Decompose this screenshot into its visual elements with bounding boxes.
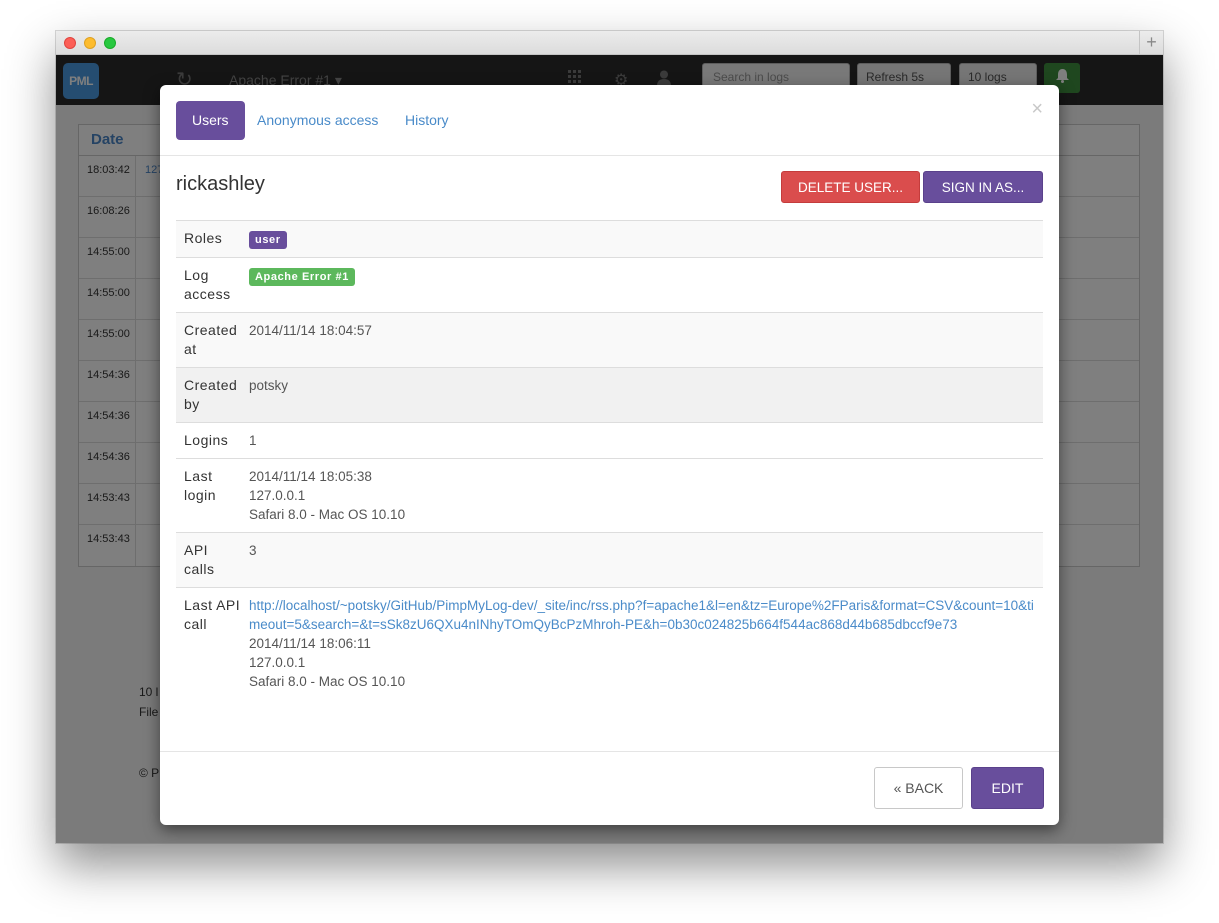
user-name-heading: rickashley (176, 173, 265, 195)
modal-footer: « Back Edit (160, 751, 1059, 825)
tab-history[interactable]: History (389, 101, 465, 140)
table-row: Log access Apache Error #1 (176, 257, 1043, 313)
table-row: API calls 3 (176, 532, 1043, 588)
modal-header: Users Anonymous access History × (160, 85, 1059, 156)
last-api-call-link[interactable]: http://localhost/~potsky/GitHub/PimpMyLo… (249, 596, 1035, 634)
tab-anonymous-access[interactable]: Anonymous access (241, 101, 394, 140)
last-login-agent: Safari 8.0 - Mac OS 10.10 (249, 507, 406, 522)
last-api-call-ip: 127.0.0.1 (249, 655, 306, 670)
delete-user-button[interactable]: Delete user... (781, 171, 920, 203)
table-row: Created at 2014/11/14 18:04:57 (176, 312, 1043, 368)
logins-label: Logins (184, 432, 229, 448)
table-row: Last API call http://localhost/~potsky/G… (176, 587, 1043, 700)
table-row: Last login 2014/11/14 18:05:38 127.0.0.1… (176, 458, 1043, 533)
close-icon[interactable]: × (1031, 99, 1043, 119)
new-tab-button[interactable]: + (1139, 31, 1163, 55)
user-details-table: Roles user Log access Apache Error #1 Cr… (176, 220, 1043, 699)
last-api-call-agent: Safari 8.0 - Mac OS 10.10 (249, 674, 406, 689)
api-calls-value: 3 (249, 543, 257, 558)
last-login-ip: 127.0.0.1 (249, 488, 306, 503)
title-bar: + (56, 31, 1163, 55)
api-calls-label: API calls (184, 542, 215, 577)
created-by-label: Created by (184, 377, 238, 412)
created-at-value: 2014/11/14 18:04:57 (249, 323, 372, 338)
roles-label: Roles (184, 230, 223, 246)
last-api-call-date: 2014/11/14 18:06:11 (249, 636, 371, 651)
last-api-call-label: Last API call (184, 597, 241, 632)
last-login-date: 2014/11/14 18:05:38 (249, 469, 372, 484)
role-badge: user (249, 231, 287, 249)
tab-users[interactable]: Users (176, 101, 245, 140)
created-by-value: potsky (249, 378, 289, 393)
sign-in-as-button[interactable]: Sign in as... (923, 171, 1043, 203)
back-button[interactable]: « Back (874, 767, 963, 809)
edit-button[interactable]: Edit (971, 767, 1044, 809)
logins-value: 1 (249, 433, 257, 448)
log-access-badge: Apache Error #1 (249, 268, 355, 286)
created-at-label: Created at (184, 322, 238, 357)
log-access-label: Log access (184, 267, 231, 302)
table-row: Created by potsky (176, 367, 1043, 423)
table-row: Roles user (176, 220, 1043, 258)
zoom-window-button[interactable] (104, 37, 116, 49)
last-login-label: Last login (184, 468, 217, 503)
minimize-window-button[interactable] (84, 37, 96, 49)
user-modal: Users Anonymous access History × rickash… (160, 85, 1059, 825)
close-window-button[interactable] (64, 37, 76, 49)
table-row: Logins 1 (176, 422, 1043, 459)
